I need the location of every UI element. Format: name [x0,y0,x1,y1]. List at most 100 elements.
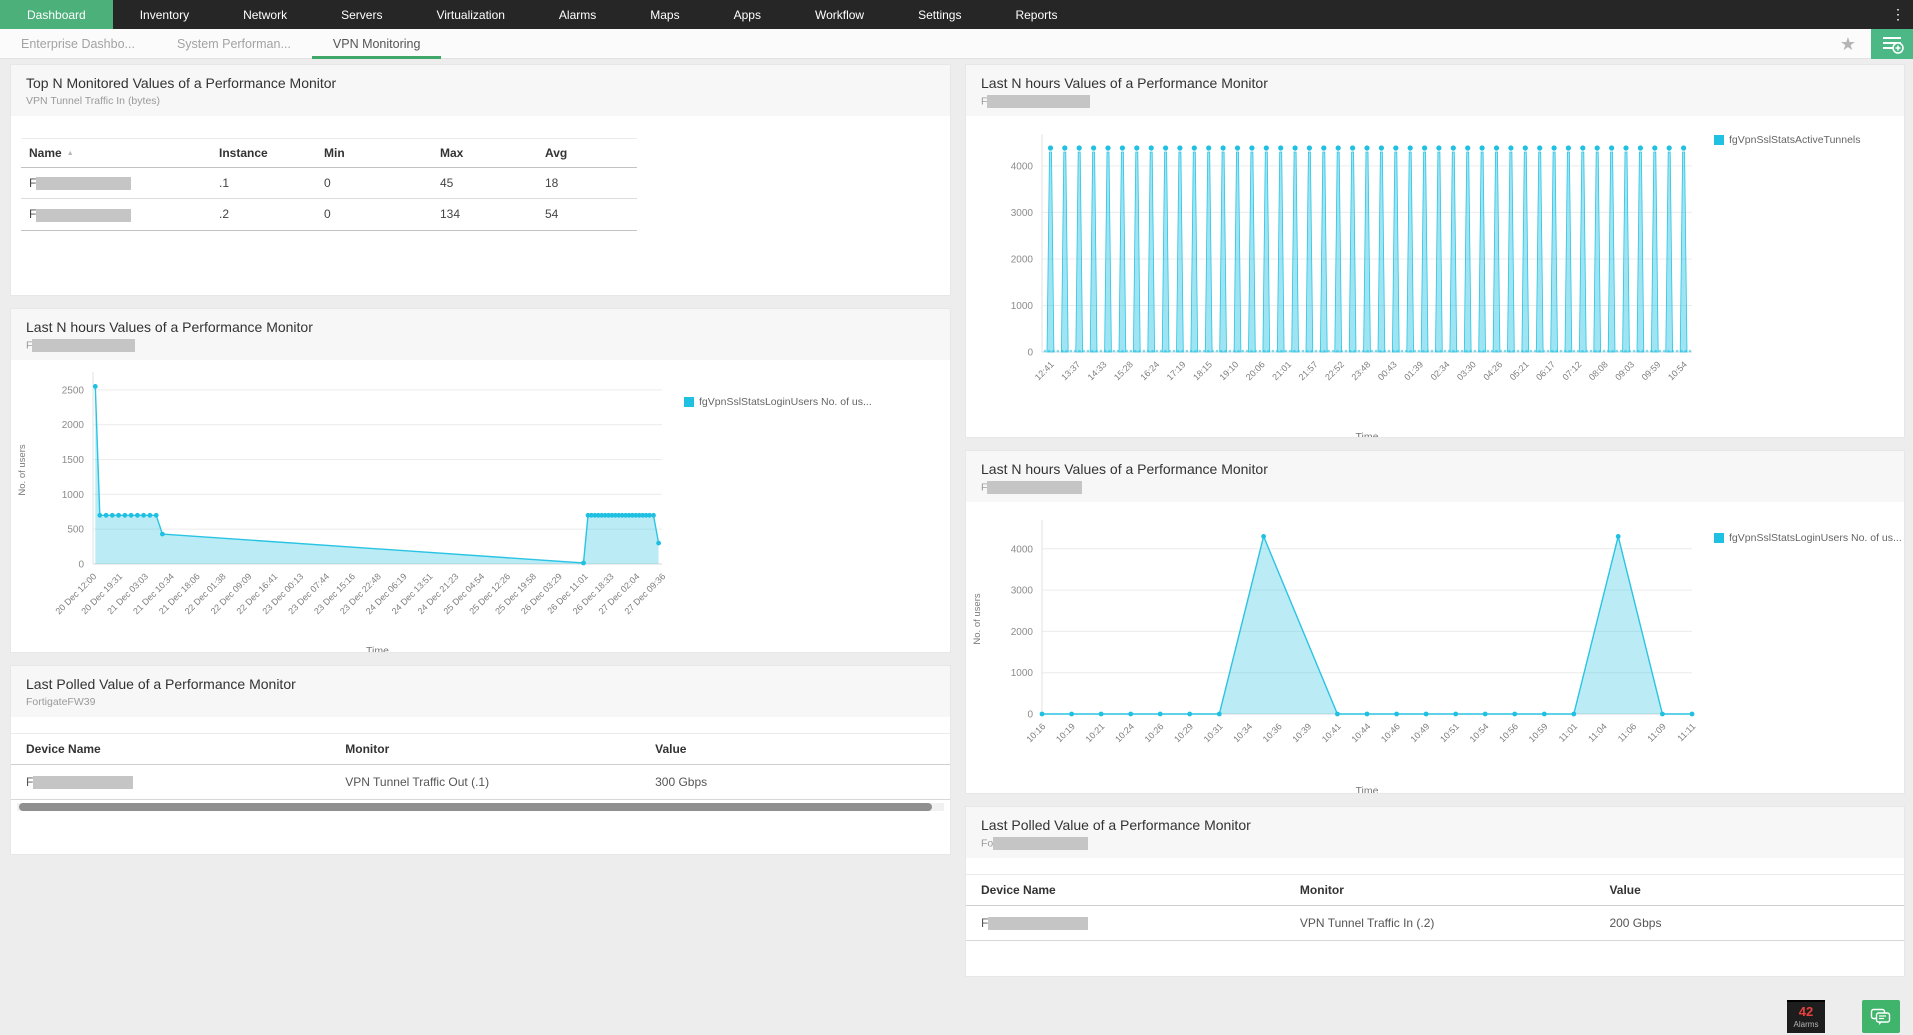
alarms-badge[interactable]: 42 Alarms [1787,1000,1825,1033]
sort-asc-icon[interactable]: ▲ [67,150,74,157]
redacted-text [988,917,1088,930]
svg-text:3000: 3000 [1011,586,1034,597]
nav-item-reports[interactable]: Reports [988,0,1084,29]
panel-lastpolled-right: Last Polled Value of a Performance Monit… [965,806,1905,977]
table-row[interactable]: FVPN Tunnel Traffic In (.2)200 Gbps [966,906,1904,941]
nav-item-settings[interactable]: Settings [891,0,988,29]
cell-value: 0 [316,199,432,230]
svg-text:09:59: 09:59 [1640,359,1663,382]
panel-subtitle: F [26,339,935,352]
column-header-min[interactable]: Min [316,139,432,168]
svg-text:07:12: 07:12 [1560,359,1583,382]
redacted-text [36,177,131,190]
svg-text:500: 500 [67,525,84,536]
svg-text:10:21: 10:21 [1084,721,1107,744]
svg-text:10:49: 10:49 [1409,721,1432,744]
panel-header: Last N hours Values of a Performance Mon… [966,65,1904,116]
legend-swatch [1714,533,1724,543]
polled-table: Device NameMonitorValue FVPN Tunnel Traf… [966,874,1904,941]
column-header-avg[interactable]: Avg [537,139,637,168]
column-header-monitor[interactable]: Monitor [1285,875,1595,906]
tab-enterprise-dashbo[interactable]: Enterprise Dashbo... [0,29,156,58]
svg-text:10:46: 10:46 [1379,721,1402,744]
dashboard-tabs: Enterprise Dashbo...System Performan...V… [0,29,441,58]
redacted-text [987,481,1082,494]
tab-system-performan[interactable]: System Performan... [156,29,312,58]
nav-item-inventory[interactable]: Inventory [113,0,216,29]
nav-item-maps[interactable]: Maps [623,0,706,29]
svg-text:1000: 1000 [1011,668,1034,679]
table-row[interactable]: FVPN Tunnel Traffic Out (.1)300 Gbps [11,765,950,800]
column-header-device-name[interactable]: Device Name [966,875,1285,906]
cell-monitor: VPN Tunnel Traffic In (.2) [1285,906,1595,941]
svg-text:10:31: 10:31 [1202,721,1225,744]
nav-item-alarms[interactable]: Alarms [532,0,623,29]
column-header-name[interactable]: Name▲ [21,139,211,168]
svg-text:Time: Time [366,645,389,653]
legend-label: fgVpnSslStatsActiveTunnels [1729,134,1861,146]
svg-text:2000: 2000 [62,420,85,431]
panel-subtitle: VPN Tunnel Traffic In (bytes) [26,95,935,108]
svg-text:10:44: 10:44 [1349,721,1372,744]
svg-text:4000: 4000 [1011,161,1034,172]
svg-text:01:39: 01:39 [1402,359,1425,382]
column-header-instance[interactable]: Instance [211,139,316,168]
panel-subtitle: F [981,95,1889,108]
svg-text:02:34: 02:34 [1429,359,1452,382]
cell-device-name: F [966,906,1285,941]
nav-item-servers[interactable]: Servers [314,0,409,29]
top-navbar: DashboardInventoryNetworkServersVirtuali… [0,0,1913,29]
svg-text:11:11: 11:11 [1675,721,1697,743]
chart-spikes-activetunnels[interactable]: 0100020003000400012:4113:3714:3315:2816:… [966,116,1706,438]
favorite-star-icon[interactable]: ★ [1840,29,1856,59]
legend-label: fgVpnSslStatsLoginUsers No. of us... [1729,532,1902,544]
svg-text:10:34: 10:34 [1231,721,1254,744]
cell-name: F [21,168,211,199]
chart-area-loginusers-hour[interactable]: 01000200030004000No. of users10:1610:191… [966,502,1706,794]
svg-text:11:06: 11:06 [1616,721,1639,744]
column-header-monitor[interactable]: Monitor [330,734,640,765]
chart-area-loginusers-week[interactable]: 05001000150020002500No. of users20 Dec 1… [11,360,676,653]
column-header-value[interactable]: Value [640,734,950,765]
svg-text:3000: 3000 [1011,208,1034,219]
chat-bubbles-icon [1870,1008,1892,1026]
panel-header: Top N Monitored Values of a Performance … [11,65,950,116]
svg-text:21:01: 21:01 [1270,359,1293,382]
nav-item-dashboard[interactable]: Dashboard [0,0,113,29]
tab-vpn-monitoring[interactable]: VPN Monitoring [312,29,442,58]
svg-text:13:37: 13:37 [1059,359,1082,382]
column-header-value[interactable]: Value [1594,875,1904,906]
polled-table: Device NameMonitorValue FVPN Tunnel Traf… [11,733,950,800]
svg-text:10:29: 10:29 [1172,721,1195,744]
nav-overflow-kebab-icon[interactable]: ⋮ [1891,0,1905,29]
table-row[interactable]: F.2013454 [21,199,637,230]
column-header-device-name[interactable]: Device Name [11,734,330,765]
svg-text:23:48: 23:48 [1349,359,1372,382]
chart-canvas-login-users-week[interactable]: 05001000150020002500No. of users20 Dec 1… [11,360,676,653]
list-plus-icon [1880,34,1904,54]
cell-value: 0 [316,168,432,199]
svg-text:0: 0 [78,560,84,571]
chart-legend: fgVpnSslStatsActiveTunnels [1714,134,1861,146]
cell-value: 300 Gbps [640,765,950,800]
add-dashboard-button[interactable] [1871,29,1913,59]
table-row[interactable]: F.104518 [21,168,637,199]
svg-text:Time: Time [1356,431,1379,438]
chat-button[interactable] [1862,1000,1900,1033]
svg-text:21:57: 21:57 [1297,359,1320,382]
svg-text:10:36: 10:36 [1261,721,1284,744]
nav-item-apps[interactable]: Apps [707,0,788,29]
scrollbar-thumb[interactable] [19,803,932,811]
chart-legend: fgVpnSslStatsLoginUsers No. of us... [684,396,872,408]
nav-item-workflow[interactable]: Workflow [788,0,891,29]
panel-header: Last Polled Value of a Performance Monit… [11,666,950,717]
svg-text:2000: 2000 [1011,627,1034,638]
cell-value: 18 [537,168,637,199]
chart-canvas-active-tunnels[interactable]: 0100020003000400012:4113:3714:3315:2816:… [966,116,1706,438]
column-header-max[interactable]: Max [432,139,537,168]
nav-item-virtualization[interactable]: Virtualization [409,0,531,29]
svg-text:17:19: 17:19 [1165,359,1188,382]
chart-canvas-login-users-hour[interactable]: 01000200030004000No. of users10:1610:191… [966,502,1706,794]
redacted-text [32,339,135,352]
nav-item-network[interactable]: Network [216,0,314,29]
